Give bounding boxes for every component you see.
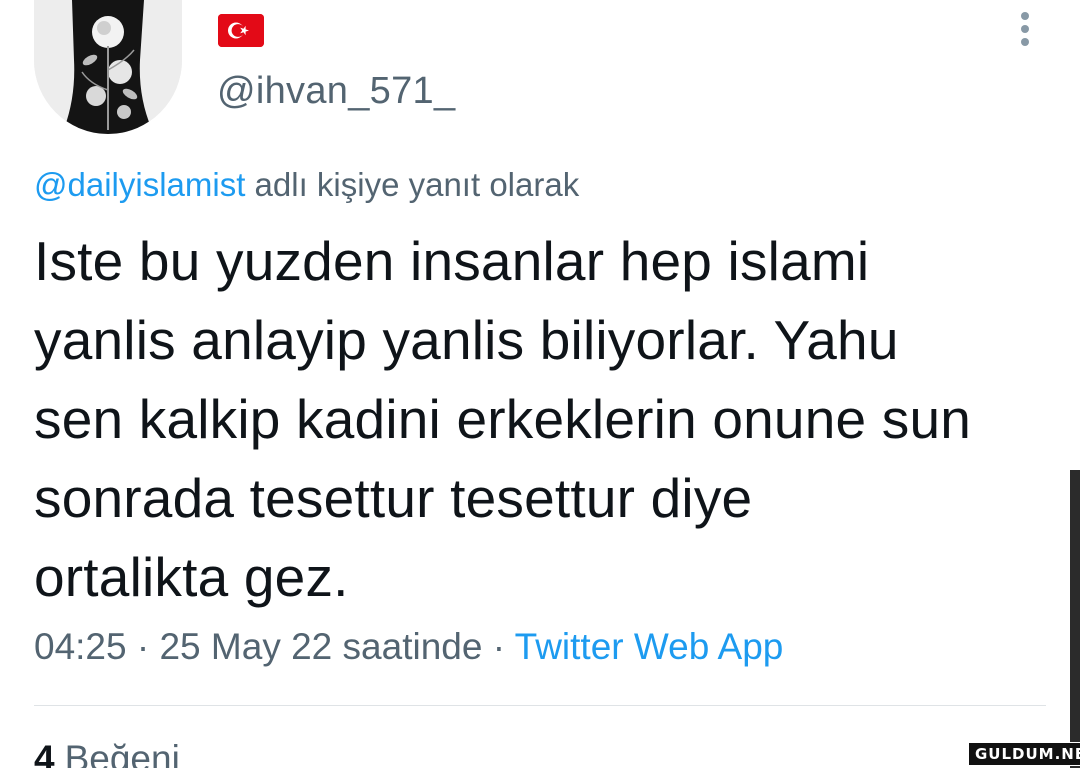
likes-count: 4 [34, 738, 55, 768]
meta-separator: · [492, 626, 506, 667]
user-handle[interactable]: @ihvan_571_ [217, 70, 455, 113]
likes-label: Beğeni [64, 738, 180, 768]
reply-mention-link[interactable]: @dailyislamist [34, 166, 245, 203]
reply-context-label: adlı kişiye yanıt olarak [254, 166, 580, 203]
avatar[interactable] [34, 0, 182, 134]
likes-stat[interactable]: 4 Beğeni [34, 738, 180, 768]
tweet-text: Iste bu yuzden insanlar hep islami yanli… [34, 230, 972, 608]
tweet-detail-view: @ihvan_571_ @dailyislamist adlı kişiye y… [0, 0, 1080, 768]
tweet-time[interactable]: 04:25 [34, 626, 127, 667]
tweet-source-link[interactable]: Twitter Web App [515, 626, 784, 667]
more-options-icon[interactable] [1010, 12, 1040, 52]
scrollbar-thumb[interactable] [1070, 470, 1080, 768]
meta-separator: · [136, 626, 150, 667]
reply-context: @dailyislamist adlı kişiye yanıt olarak [34, 166, 579, 204]
watermark-logo: GULDUM.NET [968, 742, 1080, 766]
divider [34, 705, 1046, 706]
tweet-metadata: 04:25 · 25 May 22 saatinde · Twitter Web… [34, 626, 783, 668]
avatar-image [34, 0, 182, 134]
tweet-date[interactable]: 25 May 22 saatinde [159, 626, 482, 667]
turkey-flag-icon [218, 14, 264, 47]
